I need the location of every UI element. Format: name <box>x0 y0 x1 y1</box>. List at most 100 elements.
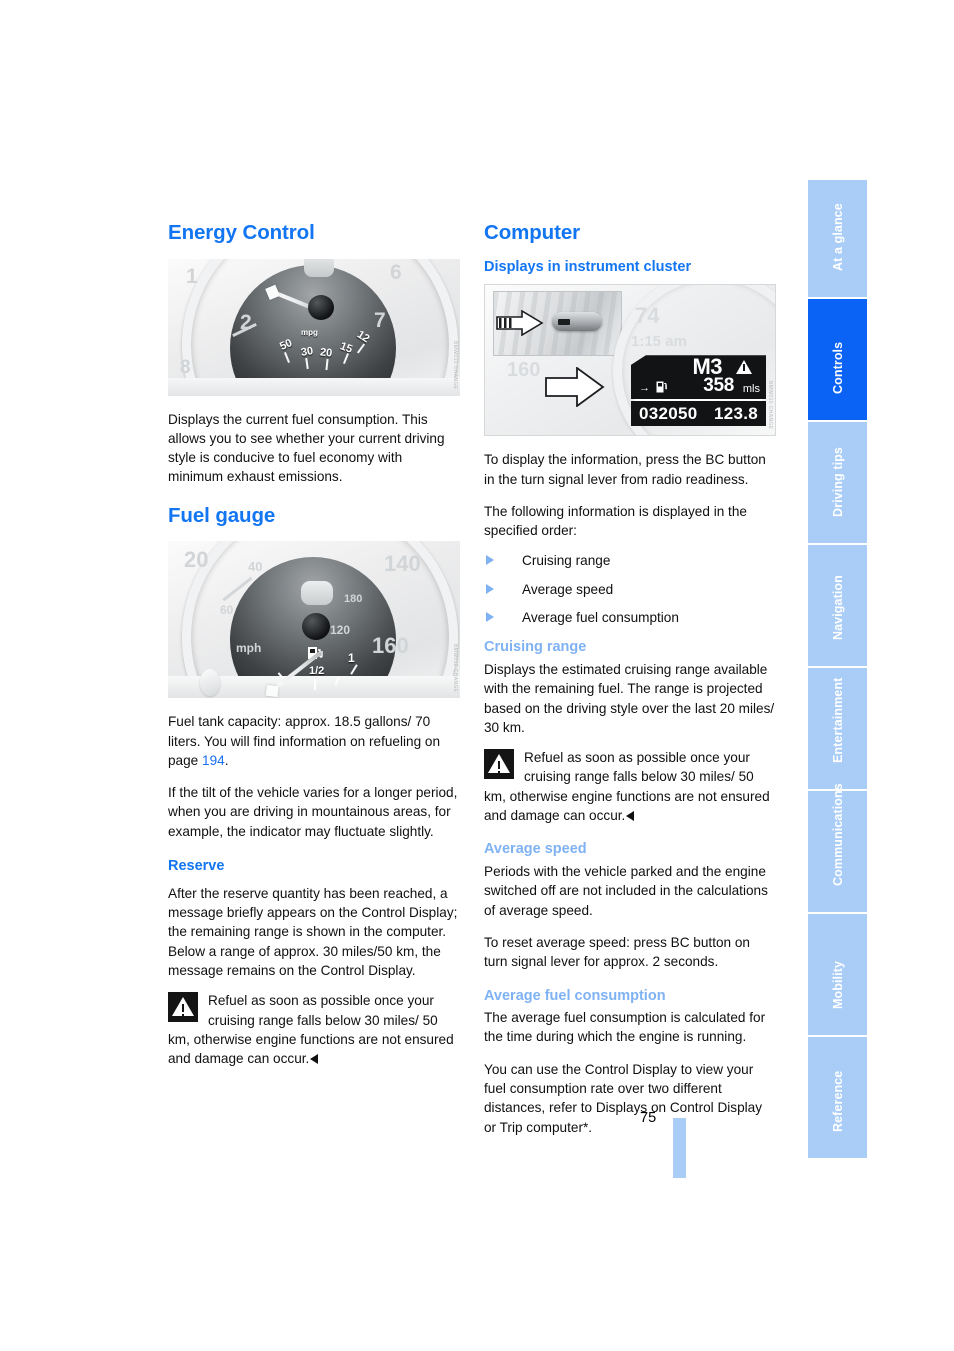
sidebar-item-communications[interactable]: Communications <box>808 783 867 912</box>
manual-page: Energy Control 1 2 6 7 8 mpg 50 30 20 15… <box>0 0 954 1351</box>
sidebar-item-driving-tips[interactable]: Driving tips <box>808 422 867 543</box>
bc-display-upper: M3 → 358 mls <box>631 355 766 400</box>
speedo-ghost-label-mph: mph <box>236 641 262 656</box>
sidebar-item-entertainment[interactable]: Entertainment <box>808 668 867 789</box>
cluster-divider-cap <box>301 581 333 606</box>
speedo-ghost-label-160: 160 <box>372 633 409 659</box>
page-title-computer: Computer <box>484 221 581 244</box>
tach-ghost-label-8: 8 <box>180 356 191 378</box>
list-item: Average speed <box>484 580 776 599</box>
cruising-range-value: 358 <box>703 375 734 397</box>
fuel-tickmark-half <box>314 679 316 691</box>
fuel-half-label: 1/2 <box>309 665 325 678</box>
callout-arrow-icon <box>545 367 605 408</box>
odometer-value: 032050 <box>639 404 698 424</box>
turn-signal-lever <box>552 312 602 332</box>
lcd-warning-icon <box>736 360 752 375</box>
warning-block-cruising-range: Refuel as soon as possible once your cru… <box>484 748 776 825</box>
turn-signal-lever-photo <box>493 291 622 357</box>
sidebar-item-reference[interactable]: Reference <box>808 1037 867 1158</box>
average-fuel-consumption-body-1: The average fuel consumption is calculat… <box>484 1010 766 1045</box>
sidebar-item-label: Reference <box>831 1070 845 1132</box>
cruising-range-unit: mls <box>742 383 760 396</box>
speedo-ghost-label-20: 20 <box>184 547 209 573</box>
warning-block-reserve: Refuel as soon as possible once your cru… <box>168 991 460 1068</box>
triangle-bullet-icon <box>486 583 494 594</box>
section-heading-displays-in-cluster: Displays in instrument cluster <box>484 258 692 275</box>
ghost-speed: 160 <box>507 359 541 382</box>
figure-base-strip <box>168 377 460 396</box>
page-title-fuel-gauge: Fuel gauge <box>168 503 276 527</box>
tach-ghost-label-1: 1 <box>186 264 198 288</box>
sidebar-item-mobility[interactable]: Mobility <box>808 914 867 1035</box>
bc-display-separator <box>635 399 762 402</box>
section-heading-reserve: Reserve <box>168 858 225 875</box>
figure-fuel-gauge: 20 40 60 mph 120 140 160 180 1/2 1 BMW01… <box>168 541 460 699</box>
tach-ghost-label-7: 7 <box>374 308 386 332</box>
arrow-glyph: → <box>639 382 651 395</box>
energy-control-body: Displays the current fuel consumption. T… <box>168 411 445 485</box>
speedo-ghost-label-140: 140 <box>384 551 421 577</box>
reserve-body: After the reserve quantity has been reac… <box>168 885 458 978</box>
figure-credit: BMW010 CHANGE <box>452 643 458 693</box>
computer-info-list: Cruising range Average speed Average fue… <box>484 551 776 627</box>
ghost-time: 1:15 am <box>631 333 687 351</box>
speedo-ghost-label-40: 40 <box>248 559 263 575</box>
subsection-heading-average-speed: Average speed <box>484 841 587 858</box>
warning-triangle-icon <box>168 992 198 1023</box>
end-of-note-marker <box>310 1054 319 1065</box>
list-item-label: Average speed <box>522 581 614 597</box>
triangle-bullet-icon <box>486 555 494 566</box>
fuel-capacity-paragraph: Fuel tank capacity: approx. 18.5 gallons… <box>168 712 460 770</box>
page-number: 75 <box>640 1110 657 1126</box>
subsection-heading-cruising-range: Cruising range <box>484 639 587 656</box>
cruising-range-symbol: → <box>639 381 668 395</box>
sidebar-item-label: At a glance <box>831 203 845 271</box>
cruising-range-body: Displays the estimated cruising range av… <box>484 661 775 735</box>
list-item-label: Cruising range <box>522 553 611 569</box>
chapter-tab-sidebar: At a glance Controls Driving tips Naviga… <box>808 180 867 1160</box>
sidebar-item-label: Mobility <box>831 960 845 1009</box>
computer-intro-1: To display the information, press the BC… <box>484 452 766 487</box>
average-speed-body-1: Periods with the vehicle parked and the … <box>484 864 768 918</box>
page-reference-link[interactable]: 194 <box>202 753 225 768</box>
page-title-energy-control: Energy Control <box>168 221 315 244</box>
left-column: Energy Control 1 2 6 7 8 mpg 50 30 20 15… <box>168 221 460 1081</box>
sidebar-item-label: Entertainment <box>831 677 845 763</box>
sidebar-item-at-a-glance[interactable]: At a glance <box>808 180 867 297</box>
figure-credit: BMW010 CHANGE <box>452 341 458 390</box>
trip-odometer-value: 123.8 <box>713 404 758 424</box>
cluster-divider-cap <box>304 258 334 277</box>
gauge-tick-30: 30 <box>300 344 315 359</box>
list-item: Cruising range <box>484 551 776 570</box>
gauge-tick-20: 20 <box>319 345 333 360</box>
fuel-full-label: 1 <box>348 651 355 666</box>
fuel-tilt-paragraph: If the tilt of the vehicle varies for a … <box>168 785 458 839</box>
triangle-bullet-icon <box>486 612 494 622</box>
sidebar-item-label: Communications <box>831 783 845 886</box>
average-speed-body-2: To reset average speed: press BC button … <box>484 934 750 970</box>
fuel-pump-icon <box>656 381 668 393</box>
bc-display-lower: 032050 123.8 <box>631 401 766 427</box>
speedo-ghost-label-120: 120 <box>330 623 351 638</box>
computer-intro-2: The following information is displayed i… <box>484 503 747 539</box>
sidebar-item-label: Controls <box>831 341 845 394</box>
ghost-temperature: 74 <box>635 303 660 329</box>
right-column: Computer Displays in instrument cluster … <box>484 221 776 1137</box>
figure-instrument-cluster: 74 1:15 am 160 M3 → 358 mls 032050 123.8… <box>484 284 776 437</box>
end-of-note-marker <box>626 811 635 822</box>
subsection-heading-average-fuel-consumption: Average fuel consumption <box>484 987 666 1004</box>
figure-energy-control: 1 2 6 7 8 mpg 50 30 20 15 12 BMW010 CHAN… <box>168 258 460 396</box>
gauge-unit-label: mpg <box>301 327 318 337</box>
callout-arrow-icon <box>496 310 544 337</box>
speedo-ghost-label-60: 60 <box>220 603 234 618</box>
list-item: Average fuel consumption <box>484 608 776 627</box>
sidebar-item-navigation[interactable]: Navigation <box>808 545 867 666</box>
warning-triangle-icon <box>484 749 514 780</box>
sidebar-item-label: Navigation <box>831 575 845 640</box>
sidebar-item-controls[interactable]: Controls <box>808 299 867 420</box>
sidebar-item-label: Driving tips <box>831 447 845 517</box>
average-fuel-consumption-body-2: You can use the Control Display to view … <box>484 1061 763 1135</box>
fuel-capacity-text-after: . <box>224 752 229 768</box>
page-edge-bar <box>673 1118 686 1178</box>
